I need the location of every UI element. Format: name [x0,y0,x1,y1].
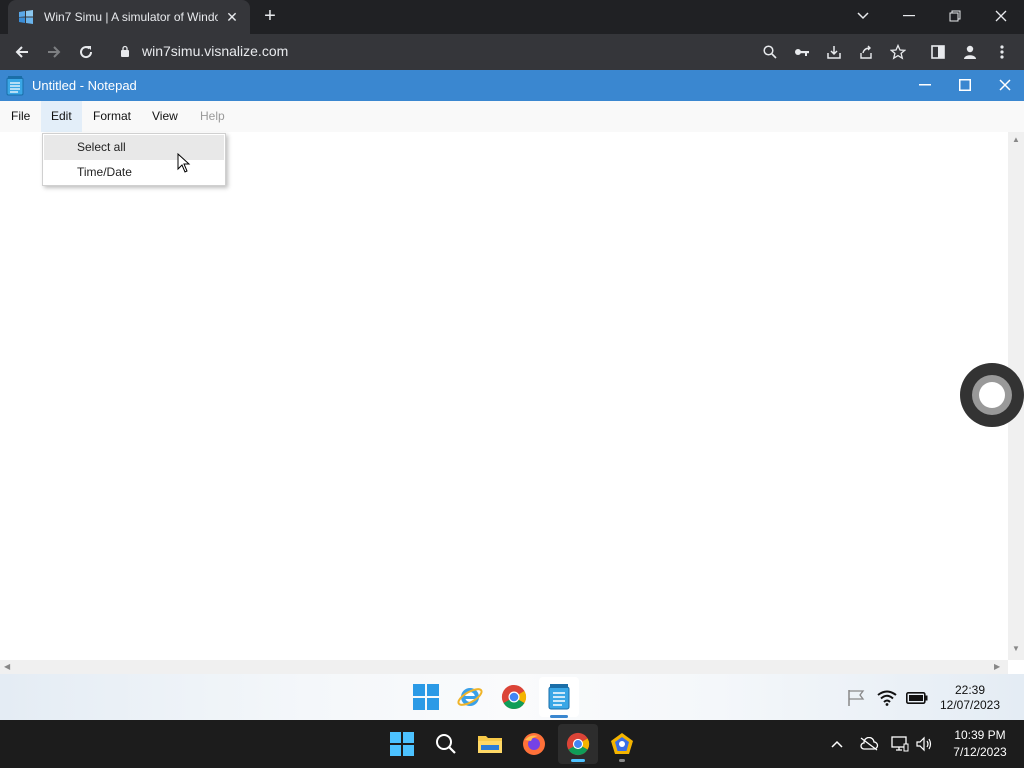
cloud-offline-icon[interactable] [858,734,880,754]
windows-logo-icon [390,732,414,756]
chevron-down-icon [857,12,869,20]
restore-icon [949,10,961,22]
back-button[interactable] [10,40,34,64]
tab-title: Win7 Simu | A simulator of Windows 7 [44,10,218,24]
notepad-icon [6,76,24,96]
os-chrome-button[interactable] [558,724,598,764]
browser-toolbar: win7simu.visnalize.com [0,34,1024,70]
share-icon[interactable] [856,42,876,62]
menu-item-select-all[interactable]: Select all [44,135,224,160]
os-start-button[interactable] [382,724,422,764]
sim-chrome-button[interactable] [494,677,534,717]
new-tab-button[interactable]: + [260,6,280,26]
notepad-minimize-button[interactable] [910,74,940,96]
tab-close-icon[interactable]: ✕ [224,9,240,26]
edit-dropdown-menu: Select all Time/Date [42,133,226,186]
notepad-close-button[interactable] [990,74,1020,96]
scroll-left-icon[interactable]: ◀ [4,662,10,671]
search-icon[interactable] [760,42,780,62]
wifi-icon[interactable] [875,687,899,709]
window-title: Untitled - Notepad [32,78,137,93]
close-icon [995,10,1007,22]
bookmark-star-icon[interactable] [888,42,908,62]
address-bar[interactable]: win7simu.visnalize.com [142,43,288,59]
notepad-titlebar[interactable]: Untitled - Notepad [0,70,1024,101]
floating-button-core [979,382,1005,408]
os-search-button[interactable] [426,724,466,764]
menu-bar: File Edit Format View Help [0,101,1024,132]
arrow-right-icon [48,46,61,58]
menu-edit[interactable]: Edit [41,101,82,132]
action-center-flag-icon[interactable] [844,687,868,709]
os-other-app-indicator [619,759,625,762]
text-editor[interactable] [0,132,1008,660]
side-panel-icon[interactable] [928,42,948,62]
mouse-cursor-icon [177,153,191,173]
windows-flag-icon [19,10,33,24]
scroll-down-icon[interactable]: ▼ [1012,644,1020,653]
browser-tab[interactable]: Win7 Simu | A simulator of Windows 7 ✕ [8,0,250,34]
reload-button[interactable] [74,40,98,64]
os-clock-time[interactable]: 10:39 PM [944,728,1016,742]
os-firefox-button[interactable] [514,724,554,764]
notepad-maximize-button[interactable] [950,74,980,96]
os-chrome-active-indicator [571,759,585,762]
browser-restore-button[interactable] [940,4,970,28]
forward-button[interactable] [42,40,66,64]
sim-ie-button[interactable] [450,677,490,717]
key-icon[interactable] [792,42,812,62]
scroll-right-icon[interactable]: ▶ [994,662,1000,671]
os-clock-date[interactable]: 7/12/2023 [944,745,1016,759]
menu-help[interactable]: Help [190,101,235,132]
sim-clock-date: 12/07/2023 [939,698,1001,712]
os-file-explorer-button[interactable] [470,724,510,764]
sim-notepad-button[interactable] [539,677,579,717]
sim-start-button[interactable] [406,677,446,717]
chrome-icon [501,685,527,710]
pentagon-app-icon [611,733,633,754]
volume-icon[interactable] [913,734,935,754]
minimize-icon [903,15,915,17]
menu-file[interactable]: File [1,101,40,132]
sim-active-indicator [550,715,568,718]
show-hidden-icons-chevron-up-icon[interactable] [826,734,848,754]
menu-item-time-date[interactable]: Time/Date [44,160,224,185]
browser-tab-strip: Win7 Simu | A simulator of Windows 7 ✕ + [0,0,1024,34]
notepad-icon [548,684,570,710]
internet-explorer-icon [457,688,483,706]
folder-icon [478,736,502,753]
reload-icon [80,46,93,59]
more-menu-icon[interactable] [992,42,1012,62]
arrow-left-icon [15,46,28,58]
battery-icon[interactable] [905,687,929,709]
close-icon [999,79,1011,91]
install-icon[interactable] [824,42,844,62]
minimize-icon [919,84,931,86]
maximize-icon [959,79,971,91]
os-other-app-button[interactable] [602,724,642,764]
menu-format[interactable]: Format [83,101,141,132]
browser-close-button[interactable] [986,4,1016,28]
chrome-icon [566,732,590,756]
profile-icon[interactable] [960,42,980,62]
search-icon [436,734,456,754]
lock-icon [121,45,129,57]
scroll-up-icon[interactable]: ▲ [1012,135,1020,144]
tab-search-button[interactable] [848,4,878,28]
network-icon[interactable] [889,734,911,754]
sim-clock-time: 22:39 [954,683,986,697]
windows-logo-icon [413,684,439,710]
menu-view[interactable]: View [142,101,188,132]
browser-minimize-button[interactable] [894,4,924,28]
horizontal-scrollbar[interactable]: ◀ ▶ [0,660,1008,674]
firefox-icon [523,733,545,755]
